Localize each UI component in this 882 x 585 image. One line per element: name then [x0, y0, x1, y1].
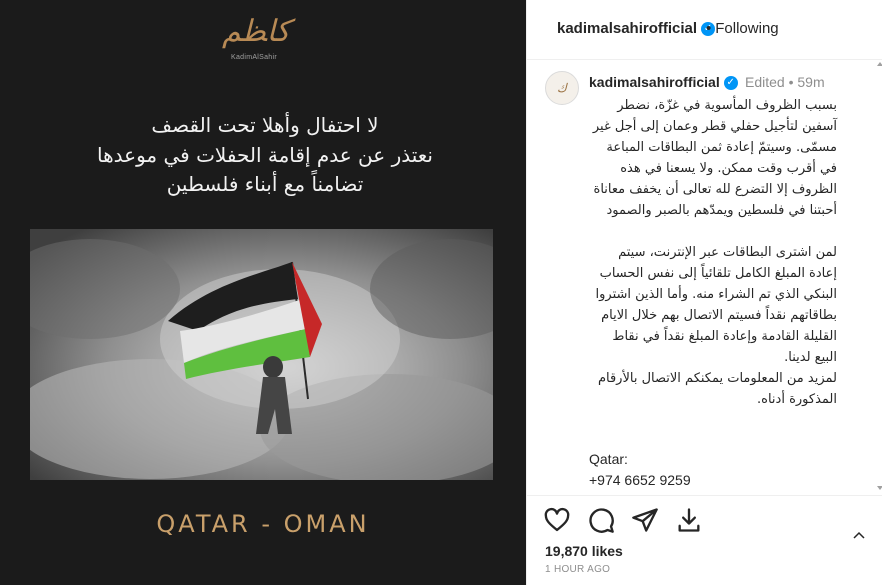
caption-username-text[interactable]: kadimalsahirofficial: [589, 74, 720, 90]
logo-text: KadimAlSahir: [230, 54, 277, 61]
follow-button[interactable]: Following: [715, 20, 778, 37]
heart-icon[interactable]: [543, 506, 571, 534]
download-icon[interactable]: [675, 506, 703, 534]
verified-badge-icon: ✓: [723, 76, 738, 91]
share-icon[interactable]: [631, 506, 659, 534]
more-options-icon[interactable]: [853, 526, 865, 539]
header-username[interactable]: kadimalsahirofficial ✓: [557, 20, 716, 37]
post-timestamp[interactable]: 1 HOUR AGO: [545, 564, 610, 575]
edited-label: Edited: [745, 74, 785, 90]
poster-subline-2: تضامناً مع أبناء فلسطين: [166, 172, 364, 196]
brand-logo: ك‍ا‍ظم KadimAlSahir: [222, 14, 290, 72]
caption-section: ك kadimalsahirofficial ✓ Edited • 59m بسب…: [527, 61, 882, 494]
post-details-panel: kadimalsahirofficial ✓ • Following ك kadim…: [526, 0, 882, 585]
contact-label: Qatar:: [589, 451, 628, 467]
dot-separator: •: [706, 20, 712, 37]
post-time[interactable]: 59m: [797, 74, 824, 90]
header-username-text[interactable]: kadimalsahirofficial: [557, 20, 697, 37]
caption-scrollbar[interactable]: [877, 62, 882, 492]
likes-count[interactable]: 19,870 likes: [545, 543, 623, 559]
poster-subline: نعتذر عن عدم إقامة الحفلات في موعدها: [97, 143, 433, 167]
concert-locations: QATAR - OMAN: [156, 510, 370, 538]
poster-headline: لا احتفال وأهلا تحت القصف: [151, 113, 379, 137]
caption-text: بسبب الظروف المأسوية في غزّة، نضطر آسفين…: [592, 98, 837, 407]
post-image[interactable]: ك‍ا‍ظم KadimAlSahir لا احتفال وأهلا تحت …: [0, 0, 526, 585]
comment-icon[interactable]: [587, 506, 615, 534]
caption-meta: Edited • 59m: [745, 74, 825, 90]
action-bar: [527, 495, 882, 545]
caption-username[interactable]: kadimalsahirofficial ✓: [589, 74, 738, 91]
flag-photo: [30, 229, 493, 480]
logo-calligraphy: ك‍ا‍ظم: [222, 14, 290, 49]
scroll-up-arrow-icon[interactable]: [877, 62, 882, 66]
scroll-down-arrow-icon[interactable]: [877, 486, 882, 490]
contact-phone: +974 6652 9259: [589, 472, 691, 488]
post-header: kadimalsahirofficial ✓ • Following: [527, 0, 882, 60]
follow-status[interactable]: • Following: [702, 20, 779, 37]
contact-info: Qatar: +974 6652 9259: [589, 449, 691, 491]
avatar[interactable]: ك: [545, 71, 579, 105]
